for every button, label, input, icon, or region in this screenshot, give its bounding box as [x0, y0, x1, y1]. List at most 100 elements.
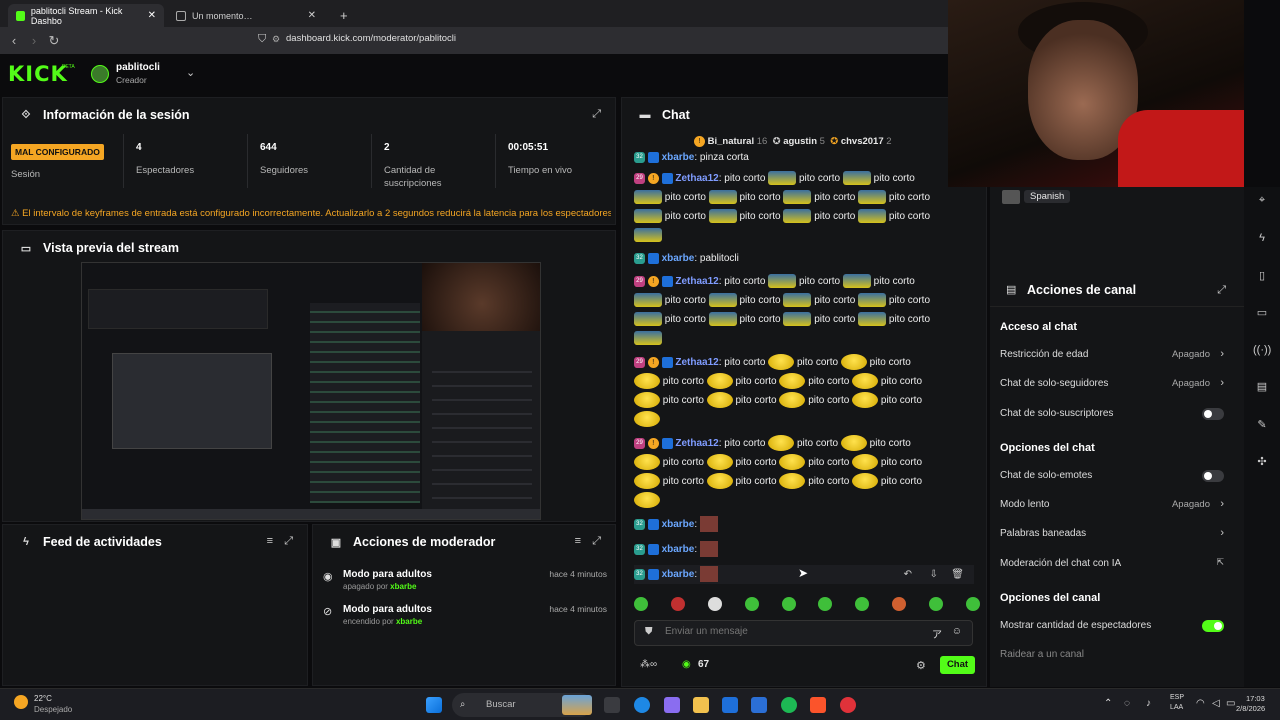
broadcast-icon[interactable]: ((·)) [1253, 341, 1271, 359]
emote-icon[interactable] [634, 597, 648, 611]
chevron-right-icon: › [1220, 527, 1224, 539]
send-chat-button[interactable]: Chat [940, 656, 975, 674]
emote-icon[interactable] [818, 597, 833, 611]
emote-icon[interactable] [670, 597, 685, 611]
lightning-icon[interactable]: ϟ [1253, 229, 1271, 247]
app-icon[interactable] [664, 697, 680, 713]
network-icon[interactable]: ◌ [1124, 698, 1130, 709]
chat-message: 29 ! Zethaa12: pito corto pito corto pit… [634, 272, 974, 348]
pinned-user[interactable]: agustin [783, 136, 817, 147]
link-icon[interactable]: ⁂∞ [640, 659, 657, 670]
bookmark-icon[interactable]: ⛉ [258, 33, 266, 46]
spotify-icon[interactable] [781, 697, 797, 713]
emote-icon[interactable] [855, 597, 870, 611]
filter-icon[interactable]: ≡ [267, 535, 273, 547]
subscribers-only-toggle[interactable] [1202, 408, 1224, 420]
reload-icon[interactable]: ↻ [44, 33, 64, 49]
chevron-up-icon[interactable]: ⌃ [1104, 698, 1112, 709]
chevron-right-icon: › [1220, 498, 1224, 510]
kick-logo[interactable]: KICK [8, 62, 68, 86]
avatar[interactable] [91, 65, 109, 83]
section-heading: Acceso al chat [1000, 321, 1078, 333]
obs-icon[interactable] [840, 697, 856, 713]
activity-feed-panel: ϟ Feed de actividades ≡ ⤢ [2, 524, 308, 686]
show-viewer-count-toggle[interactable] [1202, 620, 1224, 632]
emote-icon[interactable] [781, 597, 796, 611]
site-info-icon[interactable]: ⚙ [272, 34, 280, 45]
translate-icon[interactable]: ア [932, 626, 942, 641]
expand-icon[interactable]: ⤢ [592, 535, 601, 548]
username[interactable]: pablitocli [116, 62, 160, 73]
kick-favicon-icon [16, 10, 25, 21]
mod-action-item: ◉ Modo para adultos apagado por xbarbe h… [323, 569, 607, 601]
forward-arrow-icon[interactable]: › [24, 33, 44, 48]
panel-title: Chat [662, 108, 690, 122]
wrench-icon[interactable]: ✎ [1253, 416, 1271, 434]
mod-action-title: Modo para adultos [343, 569, 432, 580]
puzzle-icon[interactable]: ✣ [1253, 453, 1271, 471]
mic-icon[interactable]: ♪ [1146, 698, 1151, 709]
chat-message: 32 xbarbe: pinza corta [634, 148, 974, 167]
panel-title: Feed de actividades [43, 535, 162, 549]
close-tab-icon[interactable]: ✕ [148, 10, 156, 21]
undo-icon[interactable]: ↶ [904, 565, 912, 584]
expand-icon[interactable]: ⤢ [592, 108, 601, 121]
url-field[interactable]: dashboard.kick.com/moderator/pablitocli [286, 33, 456, 44]
pinned-user[interactable]: Bi_natural [708, 136, 754, 147]
emoji-icon[interactable]: ☺ [952, 626, 962, 637]
ai-moderation-row[interactable]: Moderación del chat con IA ⇱ [1000, 557, 1224, 572]
wifi-icon[interactable]: ◠ [1196, 698, 1205, 709]
pin-icon[interactable]: ⇩ [930, 565, 938, 584]
banned-words-row[interactable]: Palabras baneadas › [1000, 527, 1224, 542]
chat-icon[interactable]: ▭ [1253, 304, 1271, 322]
trash-icon[interactable]: 🗑 [951, 565, 964, 584]
emote-quick-bar [634, 597, 980, 611]
emote-icon[interactable] [707, 597, 722, 611]
pinned-user[interactable]: chvs2017 [841, 136, 884, 147]
tab-kick-dashboard[interactable]: pablitocli Stream - Kick Dashbo ✕ [8, 4, 164, 27]
volume-icon[interactable]: ◁ [1212, 698, 1220, 709]
emote-icon[interactable] [965, 597, 980, 611]
chat-input-box[interactable]: ⛊ ア ☺ [634, 620, 973, 646]
chevron-right-icon: › [1220, 377, 1224, 389]
mod-action-sub: apagado por xbarbe [343, 582, 417, 591]
task-view-icon[interactable] [604, 697, 620, 713]
followers-only-row[interactable]: Chat de solo-seguidores Apagado › [1000, 377, 1224, 392]
tab-un-momento[interactable]: Un momento… ✕ [168, 4, 324, 27]
emote-icon[interactable] [929, 597, 943, 611]
slow-mode-row[interactable]: Modo lento Apagado › [1000, 498, 1224, 513]
mod-action-time: hace 4 minutos [549, 569, 607, 579]
edge-icon[interactable] [634, 697, 650, 713]
avatar [1002, 190, 1020, 204]
chat-message: 32 xbarbe: pablitocli [634, 249, 974, 268]
app-icon[interactable] [751, 697, 767, 713]
stream-preview-image[interactable] [81, 262, 541, 520]
chat-message-input[interactable] [665, 626, 885, 637]
filter-icon[interactable]: ≡ [575, 535, 581, 547]
emotes-only-toggle[interactable] [1202, 470, 1224, 482]
back-arrow-icon[interactable]: ‹ [4, 33, 24, 48]
brave-icon[interactable] [810, 697, 826, 713]
emote-icon[interactable] [892, 597, 907, 611]
emote-icon[interactable] [744, 597, 759, 611]
lang-indicator[interactable]: ESP [1170, 694, 1184, 701]
battery-icon[interactable]: ▭ [1226, 698, 1235, 709]
windows-start-icon[interactable] [426, 697, 442, 713]
expand-icon[interactable]: ⤢ [1217, 284, 1226, 297]
camera-icon[interactable]: ⌖ [1253, 191, 1271, 209]
settings-gear-icon[interactable]: ⚙ [916, 659, 926, 672]
new-tab-button[interactable]: + [332, 4, 352, 27]
file-explorer-icon[interactable] [693, 697, 709, 713]
mod-action-item: ⊘ Modo para adultos encendido por xbarbe… [323, 604, 607, 636]
clock-date[interactable]: 2/8/2026 [1236, 704, 1265, 713]
raid-channel-row[interactable]: Raidear a un canal [1000, 649, 1224, 663]
chevron-down-icon[interactable]: ⌄ [186, 66, 195, 79]
store-icon[interactable] [722, 697, 738, 713]
close-tab-icon[interactable]: ✕ [308, 10, 316, 21]
clock-time[interactable]: 17:03 [1246, 694, 1265, 703]
document-icon[interactable]: ▯ [1253, 267, 1271, 285]
age-restriction-row[interactable]: Restricción de edad Apagado › [1000, 348, 1224, 363]
expand-icon[interactable]: ⤢ [284, 535, 293, 548]
mod-action-title: Modo para adultos [343, 604, 432, 615]
layout-icon[interactable]: ▤ [1253, 378, 1271, 396]
